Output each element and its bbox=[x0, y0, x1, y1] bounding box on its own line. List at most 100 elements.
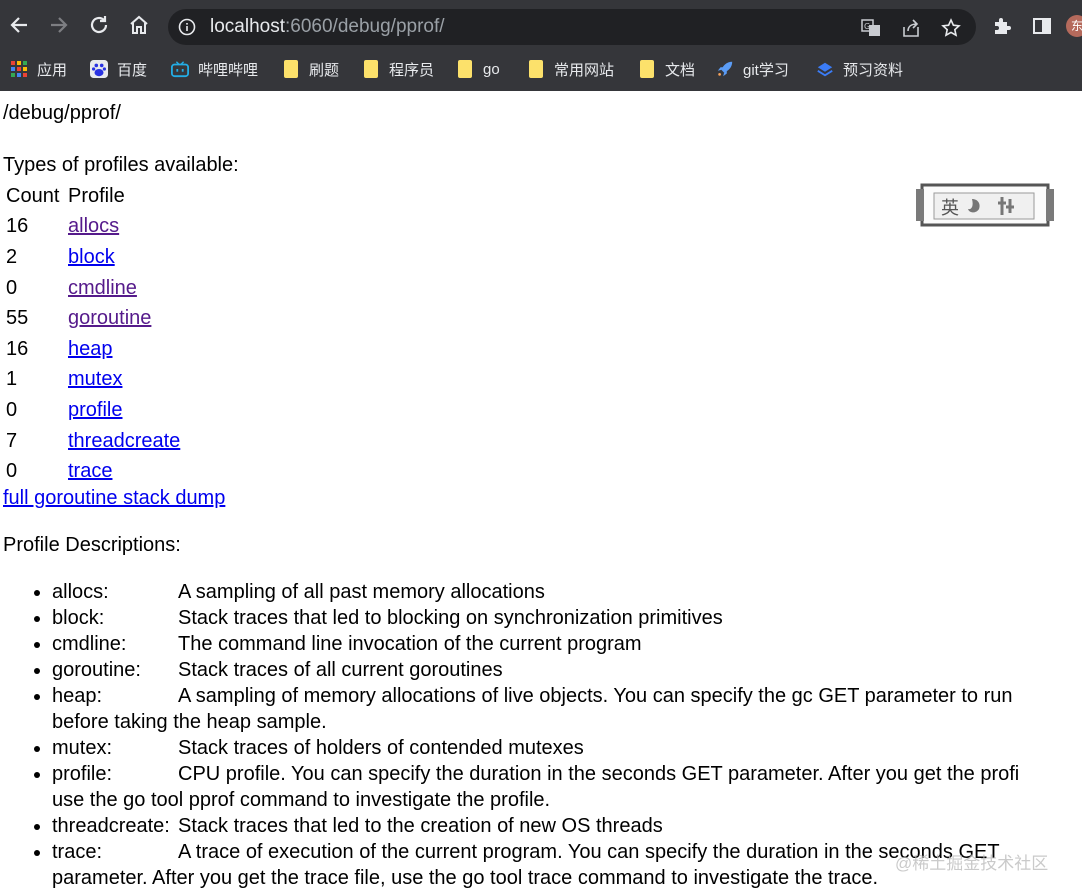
profile-count: 16 bbox=[6, 337, 29, 360]
description-profile-name: heap: bbox=[52, 685, 103, 707]
browser-toolbar: localhost:6060/debug/pprof/ G 东 bbox=[0, 0, 1082, 50]
browser-chrome: localhost:6060/debug/pprof/ G 东 应用 百度 哔哩… bbox=[0, 0, 1082, 91]
home-icon bbox=[130, 15, 148, 34]
bookmark-bilibili[interactable]: 哔哩哔哩 bbox=[171, 56, 258, 82]
svg-text:G: G bbox=[864, 22, 870, 31]
back-icon bbox=[10, 17, 27, 33]
bookmark-label: 文档 bbox=[665, 61, 696, 79]
bookmark-apps[interactable]: 应用 bbox=[10, 56, 67, 82]
bookmark-yuxi[interactable]: 预习资料 bbox=[816, 56, 903, 82]
bookmark-folder-changyong[interactable]: 常用网站 bbox=[527, 56, 614, 82]
profile-link-cmdline[interactable]: cmdline bbox=[68, 277, 137, 299]
side-panel-icon bbox=[1033, 18, 1051, 34]
page-title: /debug/pprof/ bbox=[3, 102, 121, 124]
profile-avatar[interactable]: 东 bbox=[1066, 15, 1082, 37]
profile-link-mutex[interactable]: mutex bbox=[68, 368, 122, 390]
table-row: 1 mutex bbox=[3, 365, 183, 396]
table-row: 7 threadcreate bbox=[3, 426, 183, 457]
descriptions-heading: Profile Descriptions: bbox=[3, 534, 181, 556]
bookmark-folder-go[interactable]: go bbox=[456, 56, 500, 82]
extensions-button[interactable] bbox=[990, 14, 1014, 38]
home-button[interactable] bbox=[126, 12, 152, 38]
list-item: profile: CPU profile. You can specify the… bbox=[52, 761, 1082, 813]
bookmark-folder-chengxuyuan[interactable]: 程序员 bbox=[362, 56, 434, 82]
description-profile-name: trace: bbox=[52, 841, 103, 863]
description-profile-name: mutex: bbox=[52, 737, 113, 759]
descriptions-list: allocs: A sampling of all past memory all… bbox=[0, 579, 1082, 891]
table-row: 0 trace bbox=[3, 456, 183, 487]
address-bar[interactable]: localhost:6060/debug/pprof/ G bbox=[168, 9, 976, 45]
bookmark-label: 百度 bbox=[117, 61, 148, 79]
profile-link-heap[interactable]: heap bbox=[68, 338, 113, 360]
url-text[interactable]: localhost:6060/debug/pprof/ bbox=[210, 9, 445, 45]
table-row: 0 cmdline bbox=[3, 273, 183, 304]
bookmark-label: 预习资料 bbox=[843, 61, 904, 79]
baidu-icon bbox=[90, 60, 108, 78]
profile-cell: heap bbox=[65, 334, 183, 365]
profile-link-block[interactable]: block bbox=[68, 246, 115, 268]
description-text: A sampling of memory allocations of live… bbox=[178, 685, 1013, 707]
reload-button[interactable] bbox=[86, 12, 112, 38]
apps-grid-icon bbox=[10, 60, 28, 78]
list-item: heap: A sampling of memory allocations of… bbox=[52, 683, 1082, 735]
description-profile-name: allocs: bbox=[52, 581, 109, 603]
share-icon[interactable] bbox=[900, 17, 922, 39]
profiles-table: Count Profile 16 allocs 2 block 0 cmdline 55 go… bbox=[3, 181, 183, 487]
back-button[interactable] bbox=[6, 12, 32, 38]
description-text: Stack traces of holders of contended mut… bbox=[178, 737, 584, 759]
table-row: 55 goroutine bbox=[3, 303, 183, 334]
folder-icon bbox=[282, 60, 300, 78]
ime-toolbar-icon[interactable]: 英 bbox=[914, 177, 1056, 235]
description-profile-name: cmdline: bbox=[52, 633, 127, 655]
profile-link-goroutine[interactable]: goroutine bbox=[68, 307, 151, 329]
list-item: allocs: A sampling of all past memory all… bbox=[52, 579, 1082, 605]
bookmark-folder-wendang[interactable]: 文档 bbox=[638, 56, 695, 82]
description-text: A sampling of all past memory allocation… bbox=[178, 581, 545, 603]
bookmark-label: git学习 bbox=[743, 61, 789, 79]
profile-header: Profile bbox=[68, 184, 125, 207]
profile-link-trace[interactable]: trace bbox=[68, 460, 112, 482]
profile-count: 7 bbox=[6, 429, 18, 452]
watermark: @稀土掘金技术社区 bbox=[895, 854, 1049, 873]
profile-cell: goroutine bbox=[65, 303, 183, 334]
bookmark-label: 应用 bbox=[37, 61, 68, 79]
count-header: Count bbox=[6, 184, 60, 207]
list-item: cmdline: The command line invocation of t… bbox=[52, 631, 1082, 657]
translate-icon[interactable]: G bbox=[860, 17, 882, 39]
profile-link-profile[interactable]: profile bbox=[68, 399, 122, 421]
bookmark-label: 哔哩哔哩 bbox=[198, 61, 259, 79]
forward-button[interactable] bbox=[46, 12, 72, 38]
bookmark-label: 刷题 bbox=[309, 61, 340, 79]
bookmark-star-icon[interactable] bbox=[940, 17, 962, 39]
description-profile-name: profile: bbox=[52, 763, 113, 785]
profile-count: 0 bbox=[6, 398, 18, 421]
bookmark-git[interactable]: git学习 bbox=[716, 56, 789, 82]
description-text-continued: before taking the heap sample. bbox=[52, 711, 327, 733]
table-row: 16 allocs bbox=[3, 212, 183, 243]
bilibili-icon bbox=[171, 60, 189, 78]
layers-icon bbox=[816, 60, 834, 78]
folder-icon bbox=[638, 60, 656, 78]
profile-cell: mutex bbox=[65, 365, 183, 396]
description-profile-name: threadcreate: bbox=[52, 815, 170, 837]
info-icon[interactable] bbox=[178, 18, 196, 36]
types-heading: Types of profiles available: bbox=[3, 154, 239, 176]
folder-icon bbox=[456, 60, 474, 78]
profile-link-threadcreate[interactable]: threadcreate bbox=[68, 430, 180, 452]
bookmark-folder-shuati[interactable]: 刷题 bbox=[282, 56, 339, 82]
profile-cell: trace bbox=[65, 456, 183, 487]
profile-count: 55 bbox=[6, 307, 29, 330]
forward-icon bbox=[51, 17, 68, 33]
side-panel-button[interactable] bbox=[1030, 14, 1054, 38]
description-text-continued: use the go tool pprof command to investi… bbox=[52, 789, 551, 811]
url-path: :6060/debug/pprof/ bbox=[285, 16, 445, 37]
profile-count: 0 bbox=[6, 460, 18, 483]
reload-icon bbox=[90, 16, 108, 34]
profile-cell: allocs bbox=[65, 212, 183, 243]
profile-link-allocs[interactable]: allocs bbox=[68, 215, 119, 237]
profile-cell: threadcreate bbox=[65, 426, 183, 457]
bookmark-baidu[interactable]: 百度 bbox=[90, 56, 147, 82]
bookmark-label: 常用网站 bbox=[554, 61, 615, 79]
full-goroutine-dump-link[interactable]: full goroutine stack dump bbox=[3, 487, 225, 510]
list-item: block: Stack traces that led to blocking … bbox=[52, 605, 1082, 631]
